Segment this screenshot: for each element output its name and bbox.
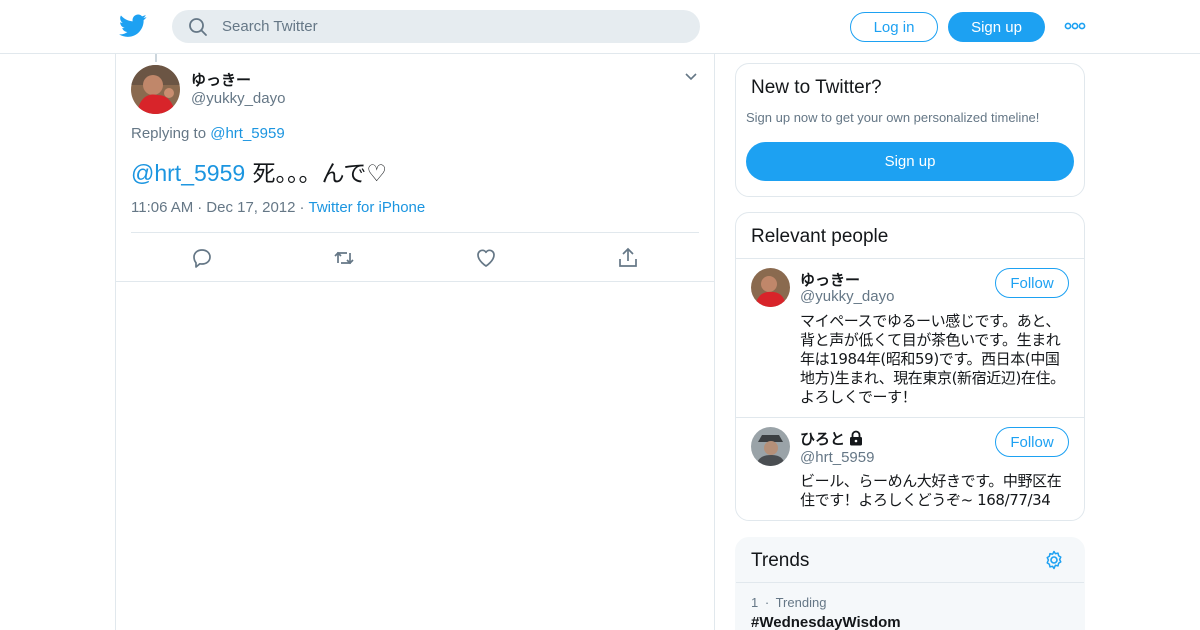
relevant-people-card: Relevant people ゆっきー @yukky_dayo Follow …: [735, 212, 1085, 521]
chevron-down-icon[interactable]: [684, 72, 698, 82]
avatar[interactable]: [131, 65, 180, 114]
login-button[interactable]: Log in: [850, 12, 938, 42]
replying-to-prefix: Replying to: [131, 125, 207, 142]
tweet-text: @hrt_5959 死。。。んで♡: [131, 154, 387, 188]
person-item[interactable]: ひろと @hrt_5959 Follow ビール、らーめん大好きです。中野区在住…: [736, 417, 1084, 520]
card-subtitle: Sign up now to get your own personalized…: [746, 110, 1040, 125]
share-icon[interactable]: [616, 246, 640, 270]
twitter-bird-icon[interactable]: [119, 13, 147, 39]
trends-card: Trends 1 · Trending #WednesdayWisdom: [735, 537, 1085, 630]
person-name[interactable]: ひろと: [800, 428, 863, 449]
main-timeline-column: ゆっきー @yukky_dayo Replying to @hrt_5959 @…: [115, 54, 715, 630]
gear-icon[interactable]: [1044, 550, 1064, 570]
divider: [736, 582, 1084, 583]
tweet-time[interactable]: 11:06 AM: [131, 199, 193, 216]
person-name-text: ひろと: [800, 431, 846, 448]
tweet-author-name[interactable]: ゆっきー: [191, 69, 251, 90]
sidebar-signup-button[interactable]: Sign up: [746, 142, 1074, 181]
trend-rank: 1: [751, 595, 759, 610]
card-title: Relevant people: [751, 226, 889, 247]
avatar-photo-icon: [751, 427, 790, 466]
divider: [131, 232, 699, 233]
tweet[interactable]: ゆっきー @yukky_dayo Replying to @hrt_5959 @…: [116, 54, 714, 282]
person-bio: マイペースでゆるーい感じです。あと、背と声が低くて目が茶色いです。生まれ年は19…: [800, 312, 1065, 406]
person-bio: ビール、らーめん大好きです。中野区在住です！よろしくどうぞ~ 168/77/34: [800, 472, 1062, 509]
person-handle[interactable]: @hrt_5959: [800, 449, 874, 466]
replying-to-link[interactable]: @hrt_5959: [210, 125, 284, 142]
follow-button[interactable]: Follow: [995, 427, 1069, 457]
person-handle[interactable]: @yukky_dayo: [800, 288, 894, 305]
like-icon[interactable]: [474, 246, 498, 270]
top-bar: Log in Sign up: [0, 0, 1200, 54]
card-title: Trends: [751, 550, 810, 571]
person-item[interactable]: ゆっきー @yukky_dayo Follow マイペースでゆるーい感じです。あ…: [736, 258, 1084, 417]
reply-icon[interactable]: [190, 246, 214, 270]
search-icon: [189, 17, 207, 36]
search-bar[interactable]: [172, 10, 700, 43]
trend-name-link[interactable]: #WednesdayWisdom: [751, 614, 901, 630]
tweet-author-handle[interactable]: @yukky_dayo: [191, 90, 285, 107]
tweet-date[interactable]: Dec 17, 2012: [206, 199, 295, 216]
signup-button[interactable]: Sign up: [948, 12, 1045, 42]
card-title: New to Twitter?: [751, 77, 882, 98]
avatar-photo-icon: [131, 65, 180, 114]
search-input[interactable]: [222, 18, 662, 35]
trend-label: Trending: [775, 595, 827, 610]
tweet-metadata: 11:06 AM · Dec 17, 2012 · Twitter for iPhone: [131, 199, 426, 216]
tweet-mention-link[interactable]: @hrt_5959: [131, 160, 245, 186]
follow-button[interactable]: Follow: [995, 268, 1069, 298]
retweet-icon[interactable]: [332, 246, 356, 270]
avatar-photo-icon: [751, 268, 790, 307]
trend-meta: 1 · Trending: [751, 595, 827, 610]
new-to-twitter-card: New to Twitter? Sign up now to get your …: [735, 63, 1085, 197]
replying-to-line: Replying to @hrt_5959: [131, 125, 285, 142]
avatar[interactable]: [751, 427, 790, 466]
tweet-source-link[interactable]: Twitter for iPhone: [309, 199, 426, 216]
person-name[interactable]: ゆっきー: [800, 269, 860, 290]
lock-icon: [850, 430, 863, 446]
tweet-body: 死。。。んで♡: [245, 161, 387, 187]
more-options-icon[interactable]: [1064, 20, 1086, 32]
avatar[interactable]: [751, 268, 790, 307]
